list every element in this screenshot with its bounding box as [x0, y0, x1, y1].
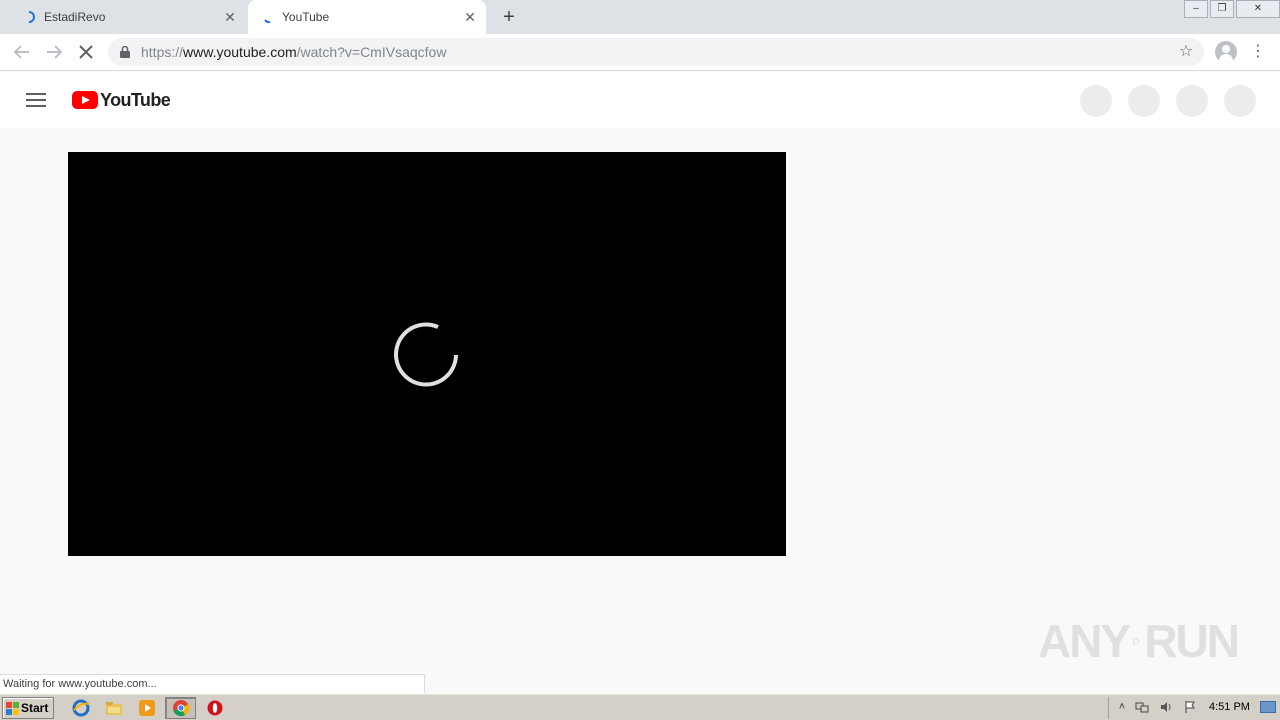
close-icon[interactable]: ✕ — [462, 9, 478, 25]
window-close-button[interactable]: ✕ — [1236, 0, 1280, 18]
window-controls: – ❐ ✕ — [1182, 0, 1280, 20]
taskbar: Start ˄ 4:51 PM — [0, 694, 1280, 720]
header-placeholder-circle — [1128, 85, 1160, 117]
url-text: https://www.youtube.com/watch?v=CmIVsaqc… — [141, 44, 447, 60]
forward-button[interactable] — [42, 40, 66, 64]
profile-avatar-icon[interactable] — [1215, 41, 1237, 63]
watermark-play-icon — [1133, 637, 1141, 645]
tab-estadirevo[interactable]: EstadiRevo ✕ — [0, 0, 246, 34]
windows-logo-icon — [6, 702, 19, 715]
tab-strip: EstadiRevo ✕ YouTube ✕ + – ❐ ✕ — [0, 0, 1280, 34]
back-button[interactable] — [10, 40, 34, 64]
header-placeholder-circle — [1080, 85, 1112, 117]
stop-x-icon — [79, 45, 93, 59]
loading-icon — [264, 19, 271, 24]
chevron-up-icon[interactable]: ˄ — [1115, 700, 1129, 714]
watermark-text-right: RUN — [1144, 615, 1240, 667]
watermark-text-left: ANY — [1038, 615, 1131, 667]
header-placeholder-circle — [1224, 85, 1256, 117]
more-vertical-icon[interactable]: ⋮ — [1250, 40, 1266, 64]
show-desktop-button[interactable] — [1260, 701, 1276, 713]
hamburger-menu-icon[interactable] — [26, 93, 46, 107]
speaker-icon[interactable] — [1159, 700, 1173, 714]
lock-icon — [120, 46, 130, 58]
loading-spinner-icon — [394, 322, 458, 387]
start-label: Start — [21, 701, 49, 715]
youtube-header: YouTube — [0, 72, 1280, 128]
opera-icon[interactable] — [205, 698, 225, 718]
video-player[interactable] — [68, 152, 786, 556]
chrome-icon — [173, 700, 190, 717]
system-tray: ˄ 4:51 PM — [1108, 697, 1280, 719]
action-center-flag-icon[interactable] — [1183, 700, 1197, 714]
tab-title: YouTube — [282, 10, 330, 24]
youtube-logo[interactable]: YouTube — [72, 89, 171, 111]
arrow-left-icon — [13, 45, 29, 59]
bookmark-star-icon[interactable]: ☆ — [1176, 42, 1196, 62]
arrow-right-icon — [47, 45, 63, 59]
tab-title: EstadiRevo — [44, 10, 106, 24]
clock[interactable]: 4:51 PM — [1209, 701, 1250, 713]
close-icon[interactable]: ✕ — [222, 9, 238, 25]
tab-youtube[interactable]: YouTube ✕ — [248, 0, 486, 34]
address-bar[interactable]: https://www.youtube.com/watch?v=CmIVsaqc… — [108, 38, 1204, 66]
youtube-play-logo-icon — [72, 91, 98, 109]
stop-button[interactable] — [74, 40, 98, 64]
browser-toolbar: https://www.youtube.com/watch?v=CmIVsaqc… — [0, 34, 1280, 71]
restore-button[interactable]: ❐ — [1210, 0, 1234, 18]
header-placeholder-circle — [1176, 85, 1208, 117]
loading-icon — [28, 11, 35, 23]
network-icon[interactable] — [1135, 700, 1149, 714]
start-button[interactable]: Start — [2, 697, 54, 719]
youtube-wordmark: YouTube — [100, 89, 171, 110]
anyrun-watermark: ANY RUN — [1038, 610, 1240, 672]
minimize-button[interactable]: – — [1184, 0, 1208, 18]
media-player-icon[interactable] — [137, 698, 157, 718]
file-explorer-icon[interactable] — [104, 698, 124, 718]
taskbar-chrome-button[interactable] — [165, 697, 196, 719]
new-tab-button[interactable]: + — [498, 6, 520, 28]
status-bubble: Waiting for www.youtube.com... — [0, 674, 425, 693]
internet-explorer-icon[interactable] — [71, 698, 91, 718]
